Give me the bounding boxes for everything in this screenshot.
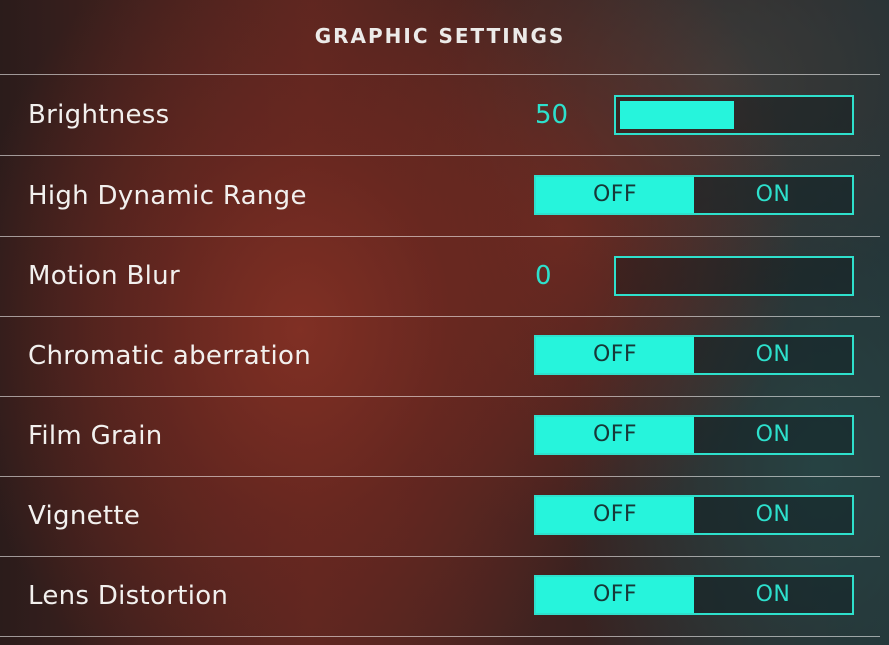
chromatic-aberration-off-option[interactable]: OFF <box>536 337 694 373</box>
chromatic-aberration-on-option[interactable]: ON <box>694 337 852 373</box>
setting-label: Film Grain <box>28 421 163 451</box>
hdr-off-option[interactable]: OFF <box>536 177 694 213</box>
film-grain-on-option[interactable]: ON <box>694 417 852 453</box>
slider-fill <box>620 101 734 129</box>
setting-row-vignette: Vignette OFF ON <box>0 476 880 556</box>
motion-blur-slider[interactable] <box>614 256 854 296</box>
hdr-on-option[interactable]: ON <box>694 177 852 213</box>
setting-row-brightness: Brightness 50 <box>0 75 880 155</box>
lens-distortion-off-option[interactable]: OFF <box>536 577 694 613</box>
film-grain-toggle: OFF ON <box>534 415 854 455</box>
setting-row-lens-distortion: Lens Distortion OFF ON <box>0 556 880 636</box>
setting-label: Chromatic aberration <box>28 341 311 371</box>
vignette-on-option[interactable]: ON <box>694 497 852 533</box>
vignette-toggle: OFF ON <box>534 495 854 535</box>
setting-label: Brightness <box>28 100 170 130</box>
chromatic-aberration-toggle: OFF ON <box>534 335 854 375</box>
motion-blur-value: 0 <box>535 261 552 291</box>
brightness-slider[interactable] <box>614 95 854 135</box>
settings-header: GRAPHIC SETTINGS <box>0 0 889 74</box>
setting-label: Vignette <box>28 501 141 531</box>
lens-distortion-on-option[interactable]: ON <box>694 577 852 613</box>
setting-label: High Dynamic Range <box>28 181 307 211</box>
brightness-value: 50 <box>535 100 569 130</box>
vignette-off-option[interactable]: OFF <box>536 497 694 533</box>
setting-row-film-grain: Film Grain OFF ON <box>0 396 880 476</box>
setting-row-motion-blur: Motion Blur 0 <box>0 236 880 316</box>
film-grain-off-option[interactable]: OFF <box>536 417 694 453</box>
setting-label: Motion Blur <box>28 261 180 291</box>
setting-row-hdr: High Dynamic Range OFF ON <box>0 156 880 236</box>
setting-row-chromatic-aberration: Chromatic aberration OFF ON <box>0 316 880 396</box>
setting-label: Lens Distortion <box>28 581 229 611</box>
lens-distortion-toggle: OFF ON <box>534 575 854 615</box>
hdr-toggle: OFF ON <box>534 175 854 215</box>
divider <box>0 636 880 637</box>
page-title: GRAPHIC SETTINGS <box>314 24 566 48</box>
